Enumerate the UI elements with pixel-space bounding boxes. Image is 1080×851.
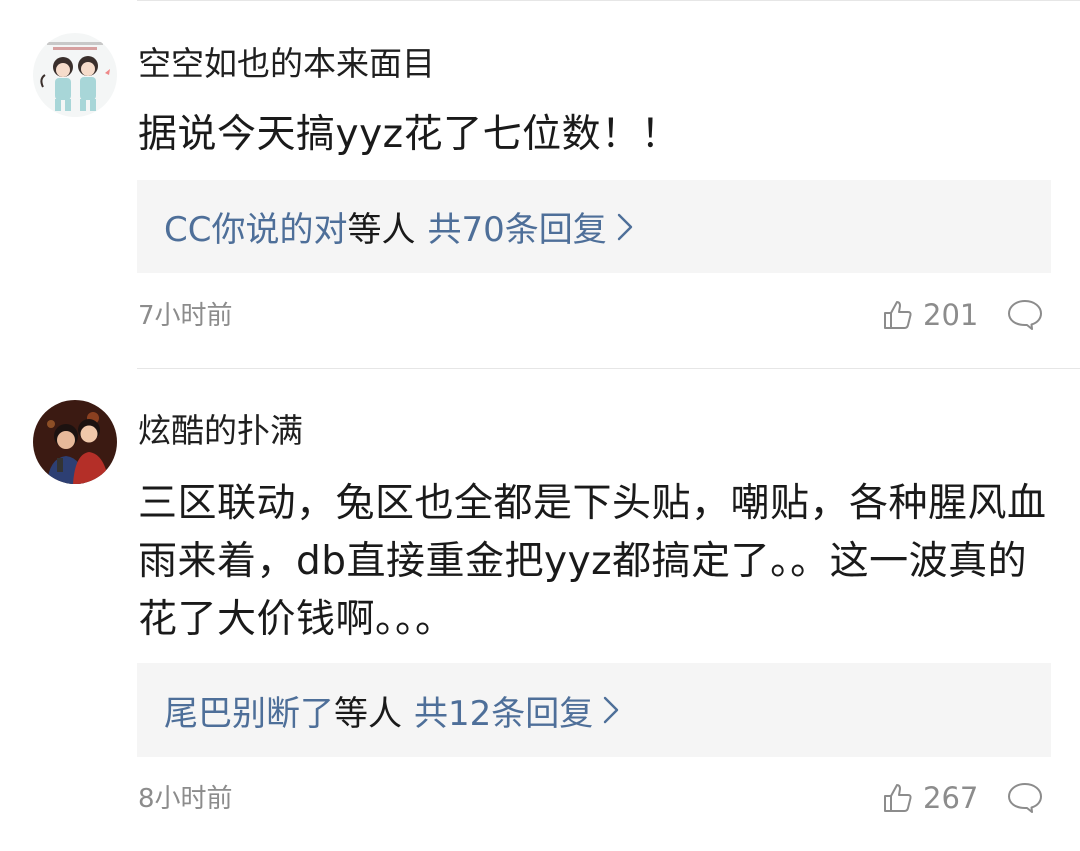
- photo-avatar-icon: [33, 400, 117, 484]
- replies-preview[interactable]: 尾巴别断了 等人 共12条回复: [137, 663, 1051, 757]
- reply-users-suffix: 等人: [347, 210, 416, 250]
- view-replies-link[interactable]: CC你说的对 等人 共70条回复: [164, 180, 633, 273]
- timestamp: 8小时前: [138, 784, 233, 814]
- divider: [137, 368, 1080, 369]
- like-count: 201: [923, 298, 979, 332]
- comment-text: 三区联动，兔区也全都是下头贴，嘲贴，各种腥风血雨来着，db直接重金把yyz都搞定…: [138, 481, 1047, 642]
- reply-count[interactable]: 共70条回复: [427, 202, 606, 251]
- avatar[interactable]: [33, 400, 117, 484]
- comment-text: 据说今天搞yyz花了七位数！！: [138, 112, 681, 157]
- reply-users-suffix: 等人: [334, 693, 402, 734]
- username[interactable]: 炫酷的扑满: [138, 411, 303, 451]
- like-button[interactable]: 201: [882, 299, 978, 331]
- speech-bubble-icon[interactable]: [1007, 781, 1043, 815]
- like-button[interactable]: 267: [882, 782, 978, 814]
- replies-preview[interactable]: CC你说的对 等人 共70条回复: [137, 180, 1051, 273]
- view-replies-link[interactable]: 尾巴别断了 等人 共12条回复: [164, 663, 619, 757]
- speech-bubble-icon[interactable]: [1007, 298, 1043, 332]
- reply-users[interactable]: 尾巴别断了: [164, 686, 334, 735]
- reply-count[interactable]: 共12条回复: [414, 686, 593, 735]
- timestamp: 7小时前: [138, 301, 233, 331]
- thumb-up-icon: [884, 784, 912, 812]
- like-count: 267: [923, 781, 979, 815]
- username[interactable]: 空空如也的本来面目: [138, 44, 435, 84]
- chevron-right-icon: [617, 213, 632, 240]
- cartoon-couple-avatar-icon: [33, 33, 117, 117]
- reply-users[interactable]: CC你说的对: [164, 202, 347, 251]
- avatar[interactable]: [33, 33, 117, 117]
- chevron-right-icon: [604, 696, 619, 724]
- thumb-up-icon: [884, 301, 912, 329]
- comment-item: 炫酷的扑满 三区联动，兔区也全都是下头贴，嘲贴，各种腥风血雨来着，db直接重金把…: [0, 370, 1080, 851]
- comment-item: 空空如也的本来面目 据说今天搞yyz花了七位数！！ CC你说的对 等人 共70条…: [0, 0, 1080, 369]
